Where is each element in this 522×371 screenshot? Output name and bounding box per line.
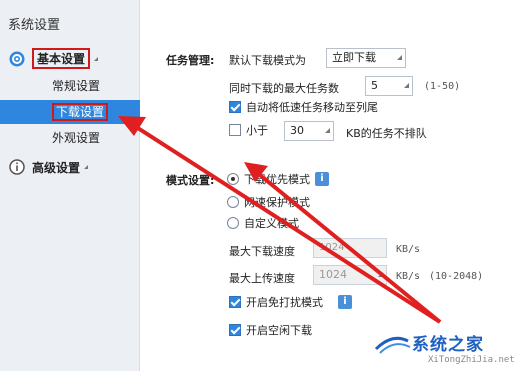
expand-caret-icon bbox=[84, 165, 89, 169]
auto-move-label: 自动将低速任务移动至列尾 bbox=[246, 101, 378, 114]
less-than-label: 小于 bbox=[246, 124, 268, 137]
info-icon[interactable]: i bbox=[315, 172, 329, 186]
sidebar-item-label: 常规设置 bbox=[52, 79, 101, 93]
sidebar-group-advanced[interactable]: 高级设置 bbox=[8, 158, 89, 176]
mode-section-label: 模式设置: bbox=[166, 174, 215, 187]
download-settings-panel: 任务管理: 默认下载模式为 立即下载 同时下载的最大任务数 5 (1-50) 自… bbox=[141, 0, 522, 371]
collapse-caret-icon bbox=[94, 56, 99, 61]
watermark-logo bbox=[374, 336, 411, 354]
max-download-value: 1024 bbox=[319, 242, 345, 253]
sidebar-item-download[interactable]: 下载设置 bbox=[0, 100, 140, 124]
less-than-value: 30 bbox=[290, 124, 304, 137]
max-download-unit: KB/s bbox=[396, 244, 421, 255]
sidebar-title: 系统设置 bbox=[8, 18, 61, 33]
default-mode-label: 默认下载模式为 bbox=[229, 54, 306, 67]
info-icon[interactable]: i bbox=[338, 295, 352, 309]
max-tasks-stepper[interactable]: 5 bbox=[365, 76, 413, 96]
sidebar-item-label: 外观设置 bbox=[52, 131, 101, 145]
default-mode-select[interactable]: 立即下载 bbox=[326, 48, 406, 68]
mode-radio-custom[interactable] bbox=[227, 217, 239, 229]
idle-download-checkbox[interactable] bbox=[229, 324, 241, 336]
sidebar-item-label: 下载设置 bbox=[52, 103, 109, 121]
watermark-brand: 系统之家 bbox=[412, 335, 484, 355]
idle-download-row: 开启空闲下载 bbox=[229, 322, 312, 338]
max-tasks-label: 同时下载的最大任务数 bbox=[229, 82, 339, 95]
max-tasks-value: 5 bbox=[371, 79, 378, 92]
mode-radio-protect[interactable] bbox=[227, 196, 239, 208]
max-upload-hint: (10-2048) bbox=[429, 271, 484, 282]
info-circle-icon bbox=[9, 159, 25, 175]
sidebar-group-advanced-label: 高级设置 bbox=[32, 160, 81, 175]
default-mode-value: 立即下载 bbox=[332, 51, 376, 64]
max-download-label: 最大下载速度 bbox=[229, 245, 295, 258]
max-upload-select[interactable]: 1024 bbox=[313, 265, 387, 285]
mode-option-row: 下载优先模式 i bbox=[227, 171, 329, 187]
max-upload-value: 1024 bbox=[319, 268, 347, 281]
idle-download-label: 开启空闲下载 bbox=[246, 324, 312, 337]
sidebar-item-general[interactable]: 常规设置 bbox=[0, 74, 140, 98]
max-upload-unit: KB/s bbox=[396, 271, 421, 282]
task-section-label: 任务管理: bbox=[166, 54, 215, 67]
sidebar: 系统设置 基本设置 常规设置 下载设置 外观设置 高级设置 bbox=[0, 0, 140, 371]
max-tasks-hint: (1-50) bbox=[424, 81, 461, 92]
stepper-arrow-icon bbox=[325, 128, 330, 133]
max-upload-label: 最大上传速度 bbox=[229, 272, 295, 285]
mode-option-label: 网速保护模式 bbox=[244, 196, 310, 209]
auto-move-checkbox[interactable] bbox=[229, 101, 241, 113]
gear-icon bbox=[9, 51, 25, 66]
mode-option-row: 网速保护模式 bbox=[227, 194, 310, 210]
no-disturb-checkbox[interactable] bbox=[229, 296, 241, 308]
less-than-stepper[interactable]: 30 bbox=[284, 121, 334, 141]
dropdown-arrow-icon bbox=[397, 55, 402, 60]
no-disturb-row: 开启免打扰模式 i bbox=[229, 294, 352, 310]
no-disturb-label: 开启免打扰模式 bbox=[246, 296, 323, 309]
dropdown-arrow-icon bbox=[378, 272, 383, 277]
mode-radio-priority[interactable] bbox=[227, 173, 239, 185]
less-than-row: 小于 bbox=[229, 122, 268, 138]
sidebar-group-basic[interactable]: 基本设置 bbox=[8, 48, 99, 69]
watermark-url: XiTongZhiJia.net bbox=[428, 355, 515, 365]
mode-option-row: 自定义模式 bbox=[227, 215, 299, 231]
auto-move-row: 自动将低速任务移动至列尾 bbox=[229, 99, 378, 115]
mode-option-label: 自定义模式 bbox=[244, 217, 299, 230]
watermark: 系统之家 bbox=[372, 330, 484, 355]
sidebar-group-basic-label: 基本设置 bbox=[32, 48, 91, 69]
max-download-input[interactable]: 1024 bbox=[313, 238, 387, 258]
less-than-checkbox[interactable] bbox=[229, 124, 241, 136]
stepper-arrow-icon bbox=[404, 83, 409, 88]
sidebar-item-appearance[interactable]: 外观设置 bbox=[0, 126, 140, 150]
less-than-suffix: KB的任务不排队 bbox=[346, 127, 427, 140]
mode-option-label: 下载优先模式 bbox=[244, 173, 310, 186]
